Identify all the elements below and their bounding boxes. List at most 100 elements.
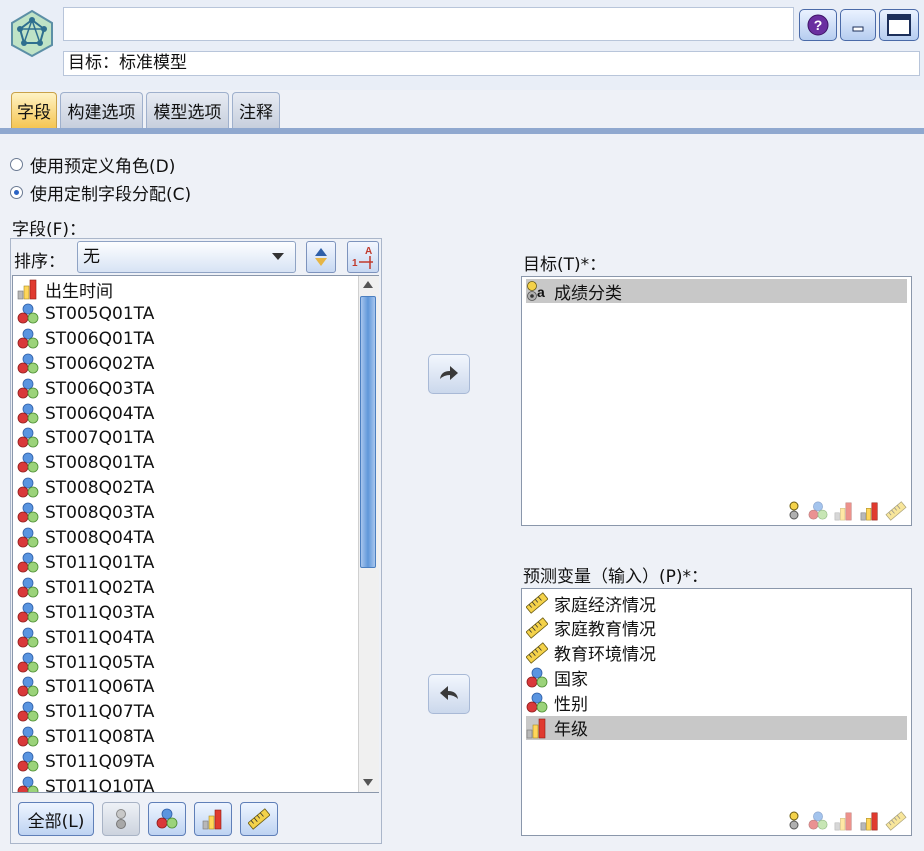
list-item-label: 成绩分类 [554, 283, 622, 304]
field-list[interactable]: 出生时间 ST005Q01TA ST006Q01TA ST006Q02TA ST006Q… [12, 275, 379, 793]
list-item[interactable]: ST011Q06TA [17, 675, 357, 699]
list-item[interactable]: ST007Q01TA [17, 426, 357, 450]
predictors-type-legend [785, 811, 907, 831]
continuous-icon [526, 617, 548, 639]
scroll-up-button[interactable] [359, 277, 377, 293]
list-item[interactable]: ST006Q04TA [17, 402, 357, 426]
scroll-down-button[interactable] [359, 774, 377, 790]
radio-checked-icon [10, 185, 23, 199]
list-item[interactable]: ST008Q01TA [17, 451, 357, 475]
list-item[interactable]: 性别 [526, 691, 907, 715]
sort-az-button[interactable]: A 1 [347, 241, 379, 273]
list-item-label: ST008Q01TA [45, 453, 155, 474]
list-item[interactable]: 出生时间 [17, 277, 357, 302]
target-label: 目标(T)*： [523, 255, 607, 275]
ordinal-filter-icon [202, 808, 224, 830]
tab-fields[interactable]: 字段 [11, 92, 57, 128]
custom-roles-radio[interactable]: 使用定制字段分配(C) [10, 180, 192, 205]
maximize-button[interactable] [879, 9, 919, 41]
tab-annotations[interactable]: 注释 [232, 92, 280, 128]
continuous-type-icon [885, 501, 907, 521]
filter-nominal-button[interactable] [148, 802, 186, 836]
fields-label: 字段(F)： [12, 220, 87, 240]
predictors-label: 预测变量（输入）(P)*： [523, 567, 709, 587]
scrollbar-thumb[interactable] [360, 296, 376, 568]
list-item[interactable]: ST006Q03TA [17, 377, 357, 401]
select-all-button[interactable]: 全部(L) [18, 802, 94, 836]
list-item[interactable]: ST006Q01TA [17, 327, 357, 351]
sort-select[interactable]: 无 [77, 241, 296, 273]
list-item-label: ST011Q06TA [45, 677, 155, 698]
nominal-icon [17, 303, 39, 325]
scroll-up-icon [363, 281, 373, 288]
list-item[interactable]: 年级 [526, 715, 907, 740]
list-item-label: ST006Q03TA [45, 378, 155, 399]
list-item-label: ST011Q01TA [45, 552, 155, 573]
predictors-list[interactable]: 家庭经济情况 家庭教育情况 教育环境情况 国家性别年级 [521, 588, 912, 836]
node-name-input[interactable] [63, 7, 794, 41]
nominal-icon [17, 328, 39, 350]
custom-roles-label: 使用定制字段分配(C) [30, 184, 192, 205]
move-to-target-button[interactable] [428, 354, 470, 394]
nominal-icon [17, 427, 39, 449]
tab-model-options[interactable]: 模型选项 [146, 92, 229, 128]
svg-text:1: 1 [352, 258, 358, 269]
flag-filter-icon [116, 809, 126, 829]
arrow-right-icon [440, 366, 458, 380]
list-item[interactable]: 教育环境情况 [526, 641, 907, 665]
help-icon: ? [807, 14, 829, 36]
filter-flag-button[interactable] [102, 802, 140, 836]
nominal-icon [526, 692, 548, 714]
list-item[interactable]: ST011Q03TA [17, 601, 357, 625]
list-item-label: 年级 [554, 720, 588, 740]
predefined-roles-radio[interactable]: 使用预定义角色(D) [10, 152, 175, 177]
filter-continuous-button[interactable] [240, 802, 278, 836]
move-to-predictors-button[interactable] [428, 674, 470, 714]
list-item[interactable]: ST011Q02TA [17, 576, 357, 600]
list-item-label: 教育环境情况 [554, 645, 656, 666]
list-item-label: ST008Q02TA [45, 478, 155, 499]
flag-type-icon [789, 811, 799, 830]
list-item[interactable]: ST011Q10TA [17, 775, 357, 792]
list-item[interactable]: ST011Q01TA [17, 551, 357, 575]
list-item[interactable]: 成绩分类 [526, 279, 907, 304]
list-item-label: ST011Q05TA [45, 652, 155, 673]
list-item[interactable]: ST005Q01TA [17, 302, 357, 326]
list-item[interactable]: ST008Q04TA [17, 526, 357, 550]
list-item[interactable]: ST011Q04TA [17, 626, 357, 650]
list-item[interactable]: ST006Q02TA [17, 352, 357, 376]
sort-direction-button[interactable] [306, 241, 336, 273]
target-type-legend [785, 501, 907, 521]
list-item-label: ST006Q01TA [45, 328, 155, 349]
minimize-button[interactable] [840, 9, 876, 41]
list-item[interactable]: 国家 [526, 666, 907, 690]
minimize-icon [852, 26, 864, 32]
nominal-type-icon [807, 501, 829, 521]
list-item-label: ST011Q04TA [45, 627, 155, 648]
target-list[interactable]: 成绩分类 [521, 276, 912, 526]
ordinal-type-icon-alt [859, 811, 881, 831]
list-item[interactable]: 家庭教育情况 [526, 616, 907, 640]
ordinal-type-icon [833, 501, 855, 521]
list-item[interactable]: ST011Q09TA [17, 750, 357, 774]
list-item[interactable]: ST011Q08TA [17, 725, 357, 749]
list-item[interactable]: ST008Q02TA [17, 476, 357, 500]
list-item[interactable]: ST011Q05TA [17, 651, 357, 675]
filter-ordinal-button[interactable] [194, 802, 232, 836]
list-item[interactable]: ST011Q07TA [17, 700, 357, 724]
target-summary-text: 目标：标准模型 [63, 51, 920, 76]
tab-build-options[interactable]: 构建选项 [60, 92, 143, 128]
continuous-type-icon [885, 811, 907, 831]
scroll-down-icon [363, 779, 373, 786]
list-item-label: 性别 [554, 695, 588, 716]
nominal-icon [17, 726, 39, 748]
list-item[interactable]: 家庭经济情况 [526, 591, 907, 616]
list-item-label: 家庭经济情况 [554, 595, 656, 616]
help-button[interactable]: ? [799, 9, 837, 41]
ordinal-type-icon [833, 811, 855, 831]
list-item[interactable]: ST008Q03TA [17, 501, 357, 525]
flag-type-icon [789, 501, 799, 520]
list-item-label: ST008Q04TA [45, 528, 155, 548]
list-item-label: 家庭教育情况 [554, 620, 656, 641]
list-item-label: ST005Q01TA [45, 303, 155, 324]
